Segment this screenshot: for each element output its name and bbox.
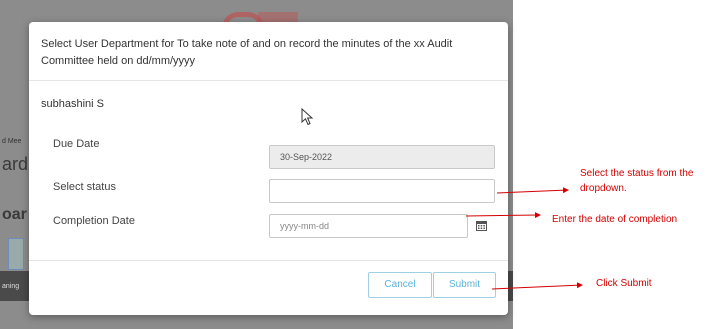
date-annotation: Enter the date of completion xyxy=(552,214,678,225)
submit-annotation: Click Submit xyxy=(596,278,652,289)
status-annotation: Select the status from the dropdown. xyxy=(580,168,694,194)
submit-arrow xyxy=(491,282,583,290)
status-arrow xyxy=(496,187,569,194)
date-arrow xyxy=(465,212,541,219)
